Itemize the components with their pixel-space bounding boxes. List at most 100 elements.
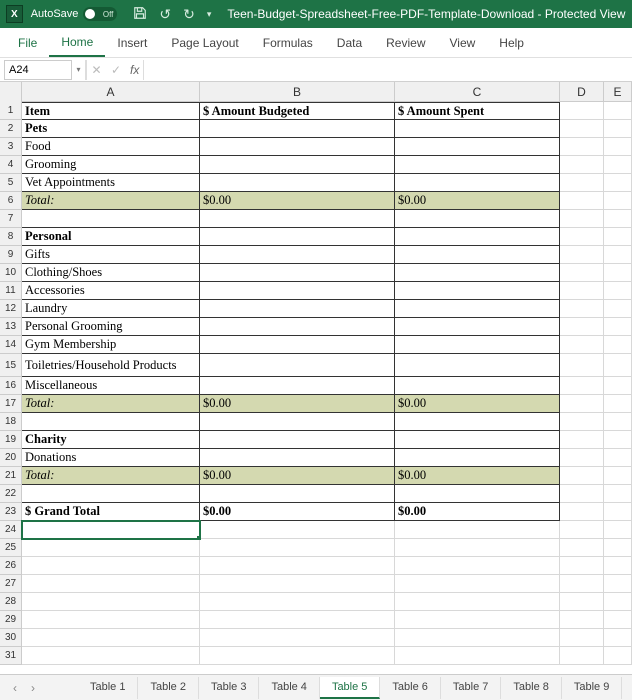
cell[interactable] bbox=[200, 629, 395, 647]
cell[interactable] bbox=[395, 228, 560, 246]
row-header[interactable]: 31 bbox=[0, 647, 22, 665]
cell[interactable]: $0.00 bbox=[200, 467, 395, 485]
cell[interactable] bbox=[604, 611, 632, 629]
cell[interactable] bbox=[560, 102, 604, 120]
cell[interactable] bbox=[200, 336, 395, 354]
cell[interactable] bbox=[22, 557, 200, 575]
row-header[interactable]: 8 bbox=[0, 228, 22, 246]
sheet-tab-table-6[interactable]: Table 6 bbox=[380, 677, 440, 699]
cell[interactable]: Total: bbox=[22, 192, 200, 210]
row-header[interactable]: 12 bbox=[0, 300, 22, 318]
cell[interactable] bbox=[200, 449, 395, 467]
cell[interactable] bbox=[560, 228, 604, 246]
row-header[interactable]: 14 bbox=[0, 336, 22, 354]
cell[interactable] bbox=[560, 120, 604, 138]
cell[interactable]: $ Amount Budgeted bbox=[200, 102, 395, 120]
cell[interactable] bbox=[604, 395, 632, 413]
cell[interactable] bbox=[604, 431, 632, 449]
cell[interactable] bbox=[560, 413, 604, 431]
dropdown-icon[interactable]: ▾ bbox=[207, 9, 212, 20]
ribbon-tab-data[interactable]: Data bbox=[325, 28, 374, 57]
cell[interactable]: $ Grand Total bbox=[22, 503, 200, 521]
cell[interactable]: Item bbox=[22, 102, 200, 120]
col-header-e[interactable]: E bbox=[604, 82, 632, 101]
cell[interactable] bbox=[22, 575, 200, 593]
cell[interactable] bbox=[395, 593, 560, 611]
autosave-toggle[interactable]: AutoSave Off bbox=[31, 7, 118, 21]
cell[interactable]: Toiletries/Household Products bbox=[22, 354, 200, 377]
formula-enter-icon[interactable]: ✓ bbox=[106, 60, 126, 80]
cell[interactable] bbox=[395, 264, 560, 282]
cell[interactable] bbox=[395, 354, 560, 377]
cell[interactable] bbox=[604, 174, 632, 192]
cell[interactable] bbox=[560, 264, 604, 282]
cell[interactable] bbox=[604, 318, 632, 336]
cell[interactable]: $0.00 bbox=[395, 395, 560, 413]
cell[interactable] bbox=[604, 377, 632, 395]
namebox-dropdown-icon[interactable]: ▾ bbox=[72, 60, 86, 80]
cell[interactable] bbox=[22, 539, 200, 557]
sheet-tab-table-4[interactable]: Table 4 bbox=[259, 677, 319, 699]
cell[interactable] bbox=[200, 539, 395, 557]
cell[interactable] bbox=[560, 539, 604, 557]
cell[interactable] bbox=[604, 467, 632, 485]
sheet-tab-table-7[interactable]: Table 7 bbox=[441, 677, 501, 699]
row-header[interactable]: 26 bbox=[0, 557, 22, 575]
row-header[interactable]: 21 bbox=[0, 467, 22, 485]
cell[interactable] bbox=[22, 611, 200, 629]
cell[interactable] bbox=[22, 593, 200, 611]
ribbon-tab-formulas[interactable]: Formulas bbox=[251, 28, 325, 57]
save-icon[interactable] bbox=[133, 6, 147, 23]
cell[interactable] bbox=[560, 300, 604, 318]
cell[interactable] bbox=[200, 413, 395, 431]
cell[interactable] bbox=[560, 485, 604, 503]
cell[interactable] bbox=[604, 629, 632, 647]
name-box[interactable]: A24 bbox=[4, 60, 72, 80]
row-header[interactable]: 11 bbox=[0, 282, 22, 300]
cell[interactable] bbox=[560, 521, 604, 539]
cell[interactable] bbox=[22, 210, 200, 228]
sheet-tab-table-1[interactable]: Table 1 bbox=[78, 677, 138, 699]
cell[interactable] bbox=[395, 557, 560, 575]
cell[interactable] bbox=[560, 192, 604, 210]
cell[interactable] bbox=[604, 210, 632, 228]
cell[interactable] bbox=[200, 431, 395, 449]
ribbon-tab-page-layout[interactable]: Page Layout bbox=[159, 28, 250, 57]
cell[interactable] bbox=[604, 413, 632, 431]
cell[interactable] bbox=[604, 138, 632, 156]
cell[interactable] bbox=[395, 485, 560, 503]
row-header[interactable]: 16 bbox=[0, 377, 22, 395]
row-header[interactable]: 2 bbox=[0, 120, 22, 138]
ribbon-tab-file[interactable]: File bbox=[6, 28, 49, 57]
cell[interactable]: Total: bbox=[22, 467, 200, 485]
cell[interactable] bbox=[200, 611, 395, 629]
row-header[interactable]: 4 bbox=[0, 156, 22, 174]
cell[interactable]: $0.00 bbox=[395, 467, 560, 485]
cell[interactable] bbox=[560, 575, 604, 593]
cell[interactable] bbox=[560, 467, 604, 485]
row-header[interactable]: 19 bbox=[0, 431, 22, 449]
cell[interactable]: Miscellaneous bbox=[22, 377, 200, 395]
row-header[interactable]: 13 bbox=[0, 318, 22, 336]
col-header-b[interactable]: B bbox=[200, 82, 395, 101]
formula-cancel-icon[interactable]: ✕ bbox=[86, 60, 106, 80]
cell[interactable] bbox=[395, 575, 560, 593]
ribbon-tab-help[interactable]: Help bbox=[487, 28, 536, 57]
col-header-a[interactable]: A bbox=[22, 82, 200, 101]
cell[interactable]: Personal bbox=[22, 228, 200, 246]
sheet-next-icon[interactable]: › bbox=[24, 679, 42, 697]
cell[interactable]: Personal Grooming bbox=[22, 318, 200, 336]
row-header[interactable]: 9 bbox=[0, 246, 22, 264]
fx-icon[interactable]: fx bbox=[130, 63, 139, 77]
cell[interactable] bbox=[395, 300, 560, 318]
select-all-corner[interactable] bbox=[0, 82, 22, 102]
row-header[interactable]: 30 bbox=[0, 629, 22, 647]
cell[interactable] bbox=[200, 264, 395, 282]
cell[interactable] bbox=[560, 174, 604, 192]
cell[interactable] bbox=[200, 156, 395, 174]
cell[interactable] bbox=[560, 431, 604, 449]
cell[interactable] bbox=[560, 593, 604, 611]
cell[interactable] bbox=[395, 174, 560, 192]
cell[interactable]: $0.00 bbox=[200, 503, 395, 521]
row-header[interactable]: 6 bbox=[0, 192, 22, 210]
